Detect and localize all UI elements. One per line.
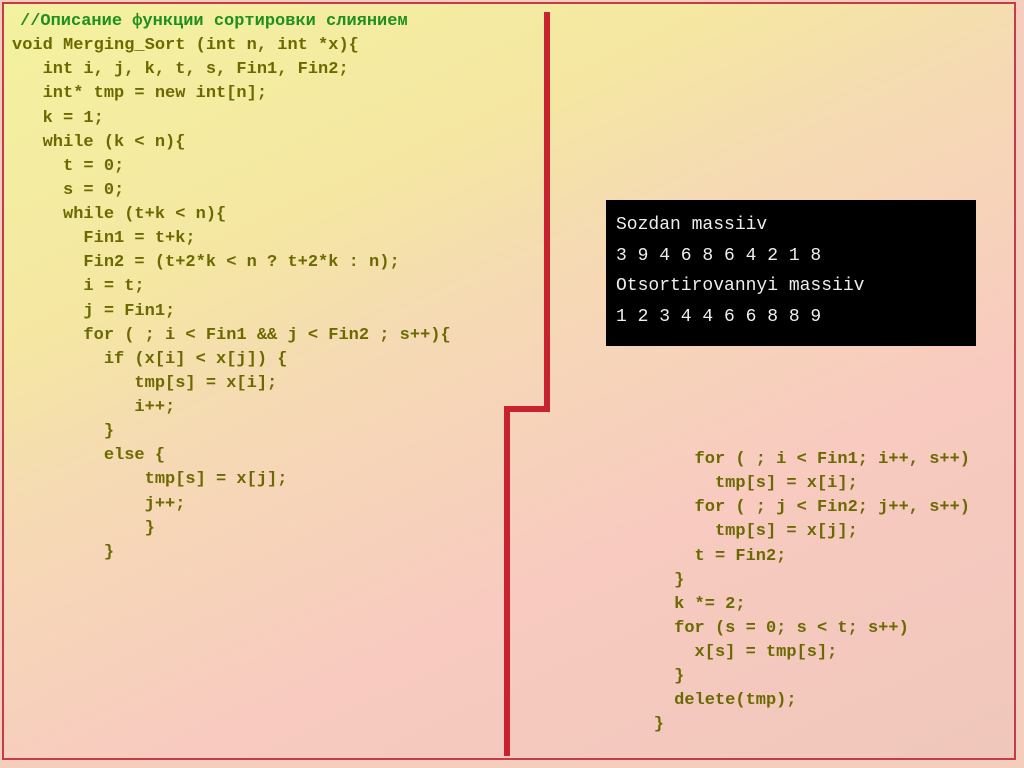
console-line: 3 9 4 6 8 6 4 2 1 8 [616, 241, 962, 272]
code-left-body: void Merging_Sort (int n, int *x){ int i… [12, 36, 451, 562]
divider-seg [504, 410, 510, 756]
divider-seg [544, 12, 550, 412]
code-comment: //Описание функции сортировки слиянием [12, 8, 408, 31]
console-line: Otsortirovannyi massiiv [616, 271, 962, 302]
console-line: 1 2 3 4 4 6 6 8 8 9 [616, 302, 962, 333]
slide-card: //Описание функции сортировки слиянием v… [2, 2, 1016, 760]
console-line: Sozdan massiiv [616, 210, 962, 241]
code-block-left: //Описание функции сортировки слиянием v… [12, 10, 451, 565]
divider-seg [504, 406, 550, 412]
code-block-right: for ( ; i < Fin1; i++, s++) tmp[s] = x[i… [644, 448, 970, 738]
console-output: Sozdan massiiv 3 9 4 6 8 6 4 2 1 8 Otsor… [606, 200, 976, 346]
